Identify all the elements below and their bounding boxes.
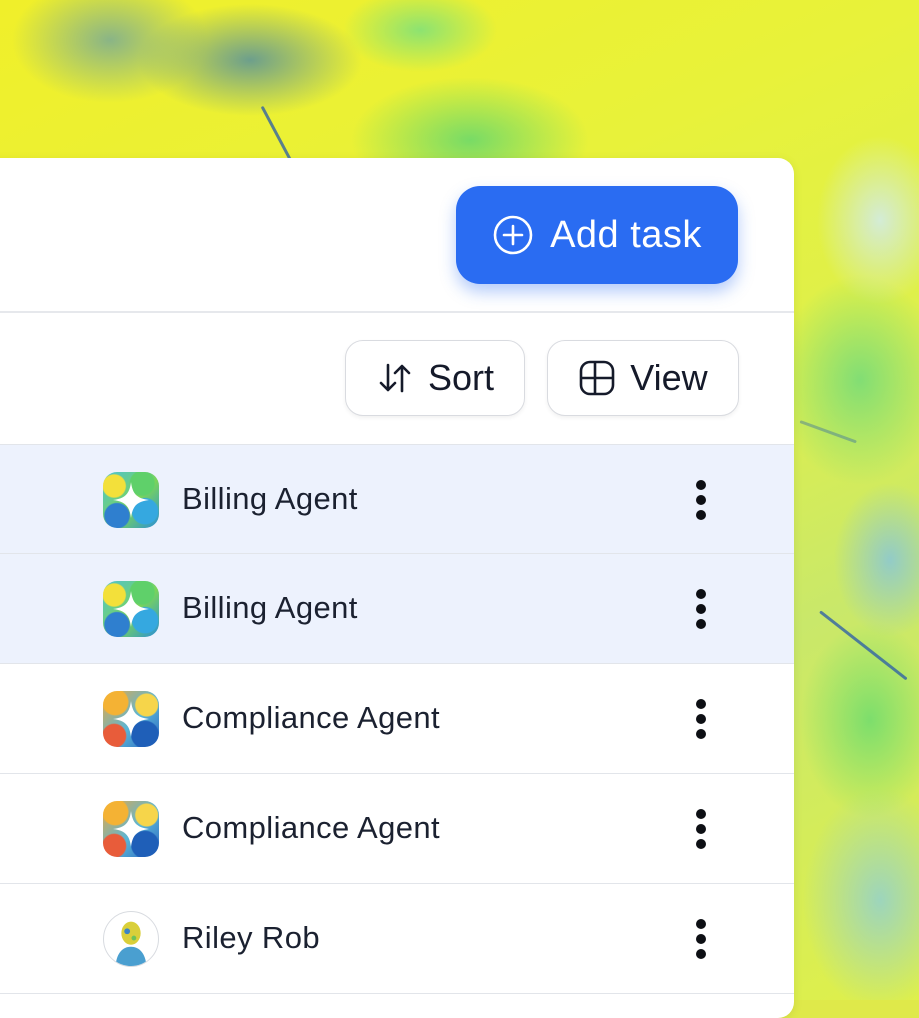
- list-item[interactable]: Riley Rob: [0, 884, 794, 994]
- kebab-menu-icon[interactable]: [688, 918, 714, 960]
- billing-agent-avatar: [103, 581, 159, 637]
- sort-arrows-icon: [379, 363, 411, 393]
- grid-view-icon: [579, 360, 615, 396]
- view-button[interactable]: View: [547, 340, 739, 416]
- kebab-menu-icon[interactable]: [688, 808, 714, 850]
- sparkle-icon: [113, 811, 149, 847]
- row-assignee-name: Riley Rob: [182, 920, 320, 955]
- header-divider: [0, 311, 794, 313]
- sparkle-icon: [113, 482, 149, 518]
- compliance-agent-avatar: [103, 801, 159, 857]
- task-list: Billing Agent Billing Agent Compliance A…: [0, 444, 794, 994]
- sparkle-icon: [113, 591, 149, 627]
- add-task-label: Add task: [550, 213, 702, 256]
- row-assignee-name: Compliance Agent: [182, 810, 441, 845]
- billing-agent-avatar: [103, 472, 159, 528]
- list-item[interactable]: Compliance Agent: [0, 774, 794, 884]
- add-task-button[interactable]: Add task: [456, 186, 738, 284]
- plus-circle-icon: [493, 215, 533, 255]
- kebab-menu-icon[interactable]: [688, 479, 714, 521]
- task-panel: Add task Sort View Billing Agent Billing…: [0, 158, 794, 1018]
- kebab-menu-icon[interactable]: [688, 698, 714, 740]
- sort-button[interactable]: Sort: [345, 340, 525, 416]
- list-item[interactable]: Billing Agent: [0, 444, 794, 554]
- row-assignee-name: Compliance Agent: [182, 700, 441, 735]
- sort-label: Sort: [427, 357, 495, 398]
- compliance-agent-avatar: [103, 691, 159, 747]
- view-label: View: [630, 357, 708, 398]
- kebab-menu-icon[interactable]: [688, 588, 714, 630]
- person-avatar: [103, 911, 159, 967]
- list-item[interactable]: Compliance Agent: [0, 664, 794, 774]
- row-assignee-name: Billing Agent: [182, 481, 358, 516]
- list-item[interactable]: Billing Agent: [0, 554, 794, 664]
- row-assignee-name: Billing Agent: [182, 590, 358, 625]
- sparkle-icon: [113, 701, 149, 737]
- person-silhouette-icon: [115, 921, 147, 966]
